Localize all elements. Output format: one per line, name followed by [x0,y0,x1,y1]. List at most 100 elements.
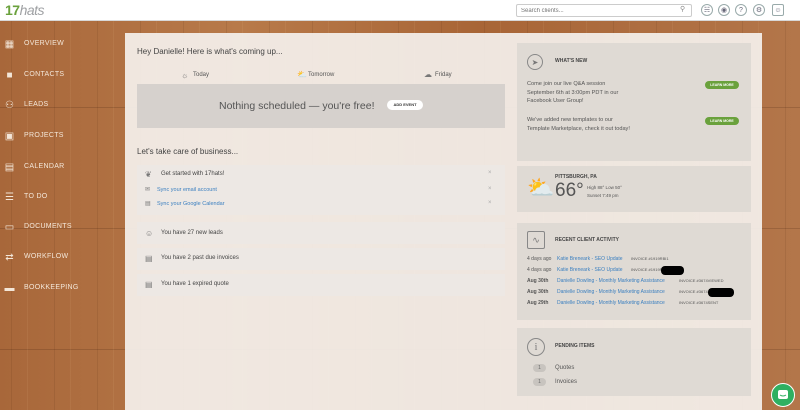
sidebar-item-workflow[interactable]: ⇄ WORKFLOW [0,248,125,268]
get-started-title: Get started with 17hats! [161,171,225,177]
sidebar-item-leads[interactable]: ⚇ LEADS [0,96,125,116]
logo-number: 17 [5,2,20,18]
rain-cloud-icon: ☁ [424,70,432,79]
activity-link[interactable]: Danielle Dowling - Monthly Marketing Ass… [557,278,665,284]
weather-card: ⛅ PITTSBURGH, PA 66° High 88° Low 50° Su… [517,166,751,212]
greeting-title: Hey Danielle! Here is what's coming up..… [137,47,283,56]
leaf-icon: ❦ [145,170,152,179]
sidebar-item-label: TO DO [24,193,48,200]
sidebar-item-label: BOOKKEEPING [24,284,79,291]
user-icon: ☺ [145,229,154,238]
activity-ref: INVOICE #3674SENT [679,300,719,305]
projects-icon: ▣ [4,131,15,142]
activity-icon[interactable]: ◉ [718,4,730,16]
bookkeeping-icon: ▬ [4,283,15,294]
pending-title: PENDING ITEMS [555,343,595,349]
activity-link[interactable]: Katie Breneark - SEO Update [557,256,623,262]
sidebar-item-calendar[interactable]: ▤ CALENDAR [0,158,125,178]
sidebar-item-bookkeeping[interactable]: ▬ BOOKKEEPING [0,279,125,299]
leads-card[interactable]: ☺ You have 27 new leads [137,222,505,244]
whats-new-title: WHAT'S NEW [555,58,588,64]
quotes-card[interactable]: ▤ You have 1 expired quote [137,274,505,296]
sidebar-item-label: OVERVIEW [24,40,65,47]
day-tomorrow: Tomorrow [308,72,335,78]
chat-icon [778,390,788,399]
info-icon: i [527,338,545,356]
activity-ref: INVOICE #3674 [679,289,708,294]
whats-new-card: ➤ WHAT'S NEW Come join our live Q&A sess… [517,43,751,161]
leads-text: You have 27 new leads [161,230,223,236]
activity-link[interactable]: Katie Breneark - SEO Update [557,267,623,273]
quotes-count-badge: 1 [533,364,546,372]
activity-when: 4 days ago [527,256,552,262]
learn-more-button[interactable]: LEARN MORE [705,81,739,89]
chat-widget-button[interactable] [771,383,795,407]
sidebar-item-label: WORKFLOW [24,253,69,260]
partly-cloudy-icon: ⛅ [297,70,307,79]
invoices-text: You have 2 past due invoices [161,255,239,261]
sidebar-item-label: PROJECTS [24,132,64,139]
day-today: Today [193,72,210,78]
email-icon: ✉ [145,187,151,193]
add-event-button[interactable]: ADD EVENT [387,100,423,110]
weather-sunset: Sunset 7:49 pm [587,193,619,198]
activity-when: 4 days ago [527,267,552,273]
pending-quotes-label[interactable]: Quotes [555,365,574,371]
partly-cloudy-icon: ⛅ [527,175,555,200]
pending-items-card: i PENDING ITEMS 1 Quotes 1 Invoices [517,328,751,396]
search-input[interactable] [516,4,692,17]
logo-text: hats [19,2,45,18]
help-icon[interactable]: ? [735,4,747,16]
business-title: Let's take care of business... [137,147,239,156]
sidebar-item-todo[interactable]: ☰ TO DO [0,188,125,208]
schedule-box: Nothing scheduled — you're free! ADD EVE… [137,84,505,128]
activity-title: RECENT CLIENT ACTIVITY [555,237,619,243]
day-friday: Friday [435,72,452,78]
app-logo[interactable]: 17hats [5,2,45,18]
activity-when: Aug 29th [527,300,549,306]
sync-calendar-link[interactable]: Sync your Google Calendar [157,201,225,207]
sidebar-item-label: CONTACTS [24,71,65,78]
sync-email-link[interactable]: Sync your email account [157,187,217,193]
sidebar-item-overview[interactable]: ▦ OVERVIEW [0,35,125,55]
activity-ref: INVOICE #1919RBI1 [631,256,669,261]
invoices-card[interactable]: ▤ You have 2 past due invoices [137,248,505,270]
cart-icon[interactable]: ☵ [701,4,713,16]
dashboard-icon: ▦ [4,39,15,50]
whats-new-item-text: Come join our live Q&A session September… [527,81,619,104]
weather-temp: 66° [555,180,584,201]
learn-more-button[interactable]: LEARN MORE [705,117,739,125]
sidebar-item-label: CALENDAR [24,163,65,170]
sidebar-item-projects[interactable]: ▣ PROJECTS [0,127,125,147]
get-started-card: ❦ Get started with 17hats! × ✉ Sync your… [137,165,505,215]
top-bar: 17hats ⚲ ☵ ◉ ? ⚙ ☺ [0,0,800,21]
activity-link[interactable]: Danielle Dowling - Monthly Marketing Ass… [557,289,665,295]
close-icon[interactable]: × [488,200,492,206]
invoices-count-badge: 1 [533,378,546,386]
invoice-icon: ▤ [145,254,153,263]
close-icon[interactable]: × [488,170,492,176]
sidebar-item-documents[interactable]: ▭ DOCUMENTS [0,218,125,238]
activity-ref: INVOICE #3674VIEWED [679,278,724,283]
settings-icon[interactable]: ⚙ [753,4,765,16]
leads-icon: ⚇ [5,100,14,111]
sidebar-item-label: LEADS [24,101,49,108]
sidebar-item-contacts[interactable]: ■ CONTACTS [0,66,125,86]
activity-link[interactable]: Danielle Dowling - Monthly Marketing Ass… [557,300,665,306]
redacted-block [708,288,734,297]
documents-icon: ▭ [4,222,15,233]
account-icon[interactable]: ☺ [772,4,784,16]
quote-icon: ▤ [145,280,153,289]
quotes-text: You have 1 expired quote [161,281,229,287]
pending-invoices-label[interactable]: Invoices [555,379,577,385]
activity-when: Aug 30th [527,278,549,284]
close-icon[interactable]: × [488,186,492,192]
calendar-icon: ▤ [4,162,15,173]
sidebar: ▦ OVERVIEW ■ CONTACTS ⚇ LEADS ▣ PROJECTS ▤ CA… [0,21,125,410]
workflow-icon: ⇄ [5,252,14,263]
search-icon[interactable]: ⚲ [680,6,688,14]
sun-icon: ☼ [181,71,189,80]
pulse-icon: ∿ [527,231,545,249]
contacts-icon: ■ [6,70,13,81]
activity-when: Aug 30th [527,289,549,295]
